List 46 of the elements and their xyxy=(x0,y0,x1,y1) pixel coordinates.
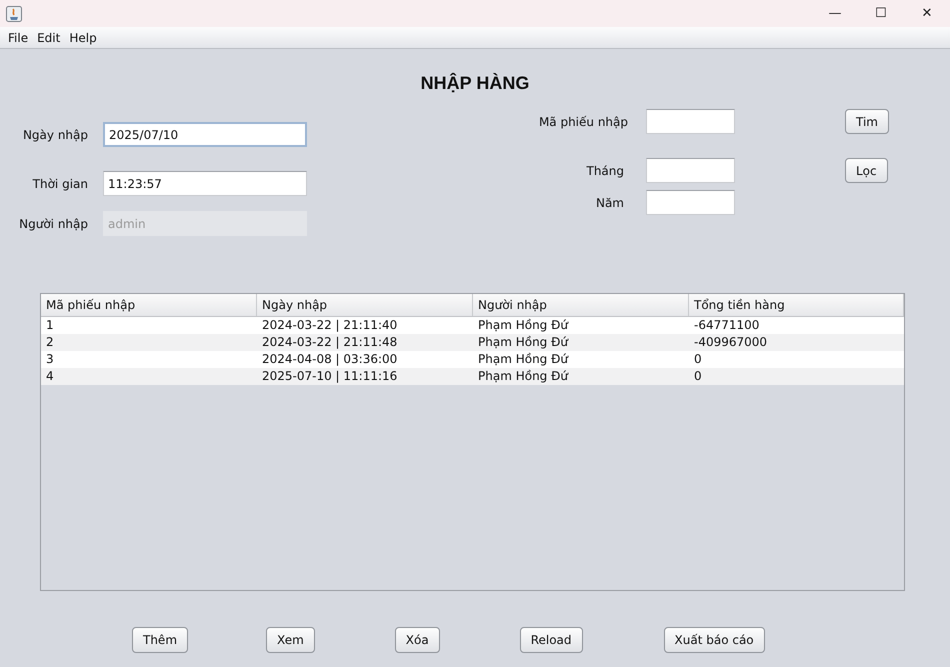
table-cell-text: 2024-03-22 | 21:11:40 xyxy=(261,317,398,334)
input-field[interactable] xyxy=(646,158,735,183)
table-cell-text: 2024-04-08 | 03:36:00 xyxy=(261,351,398,368)
input-field[interactable]: 2025/07/10 xyxy=(103,122,307,147)
table-cell-text: 2025-07-10 | 11:11:16 xyxy=(261,368,398,385)
table-cell-text: Phạm Hồng Đứ xyxy=(477,368,570,385)
table-cell-text: 4 xyxy=(45,368,55,385)
field-label: Mã phiếu nhập xyxy=(538,114,629,128)
menu-item[interactable]: Help xyxy=(69,30,97,44)
window-control-button[interactable]: ☐ xyxy=(858,0,904,27)
column-header[interactable]: Tổng tiền hàng xyxy=(689,294,904,316)
menu-item[interactable]: Edit xyxy=(37,30,60,44)
table-cell-text: -409967000 xyxy=(693,334,768,351)
app-icon xyxy=(6,6,22,22)
input-field[interactable] xyxy=(646,190,735,215)
table-cell-text: Phạm Hồng Đứ xyxy=(477,317,570,334)
table-cell-text: 2024-03-22 | 21:11:48 xyxy=(261,334,398,351)
action-button[interactable]: Reload xyxy=(520,627,583,653)
field-label: Năm xyxy=(594,196,625,210)
column-header[interactable]: Ngày nhập xyxy=(257,294,473,316)
action-button[interactable]: Thêm xyxy=(132,627,188,653)
input-field[interactable]: 11:23:57 xyxy=(103,171,307,196)
table-cell-text: 2 xyxy=(45,334,55,351)
column-header[interactable]: Người nhập xyxy=(473,294,689,316)
filter-button[interactable]: Lọc xyxy=(845,158,888,183)
table-cell-text: 0 xyxy=(693,368,703,385)
table-cell-text: 0 xyxy=(693,351,703,368)
field-label: Người nhập xyxy=(18,216,89,230)
table-cell-text: -64771100 xyxy=(693,317,760,334)
field-label: Thời gian xyxy=(32,176,89,190)
menu-item[interactable]: File xyxy=(8,30,28,44)
page-heading: NHẬP HÀNG xyxy=(420,72,530,95)
action-button[interactable]: Xem xyxy=(266,627,315,653)
table-cell-text: Phạm Hồng Đứ xyxy=(477,334,570,351)
field-label: Ngày nhập xyxy=(22,128,89,142)
window-control-button[interactable]: ✕ xyxy=(904,0,950,27)
search-button[interactable]: Tim xyxy=(845,109,889,134)
action-button[interactable]: Xóa xyxy=(394,627,440,653)
column-header[interactable]: Mã phiếu nhập xyxy=(41,294,257,316)
action-button[interactable]: Xuất báo cáo xyxy=(664,627,765,653)
table-cell-text: Phạm Hồng Đứ xyxy=(477,351,570,368)
window-control-button[interactable]: — xyxy=(812,0,858,27)
field-label: Tháng xyxy=(585,164,625,178)
table-cell-text: 1 xyxy=(45,317,55,334)
table-cell-text: 3 xyxy=(45,351,55,368)
input-field[interactable] xyxy=(646,109,735,134)
